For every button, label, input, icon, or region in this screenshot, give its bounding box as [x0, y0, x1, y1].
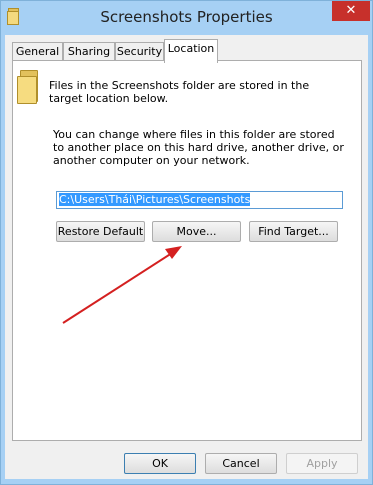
title-bar[interactable]: Screenshots Properties ✕ — [1, 1, 372, 35]
window-title: Screenshots Properties — [100, 8, 273, 26]
location-info-text: Files in the Screenshots folder are stor… — [49, 79, 310, 105]
ok-button[interactable]: OK — [124, 453, 196, 474]
close-icon[interactable]: ✕ — [332, 1, 370, 21]
move-button[interactable]: Move... — [152, 221, 241, 242]
restore-default-button[interactable]: Restore Default — [56, 221, 145, 242]
location-tab-panel — [12, 60, 362, 441]
location-description-text: You can change where files in this folde… — [53, 128, 344, 167]
find-target-button[interactable]: Find Target... — [249, 221, 338, 242]
tab-general[interactable]: General — [12, 42, 63, 61]
cancel-button[interactable]: Cancel — [205, 453, 277, 474]
folder-icon — [17, 70, 39, 104]
dialog-client-area: General Sharing Security Location Files … — [5, 35, 368, 479]
target-path-input[interactable]: C:\Users\Thái\Pictures\Screenshots — [56, 191, 343, 209]
properties-window: Screenshots Properties ✕ General Sharing… — [0, 0, 373, 485]
tab-sharing[interactable]: Sharing — [63, 42, 115, 61]
tab-security[interactable]: Security — [115, 42, 164, 61]
tab-location[interactable]: Location — [164, 39, 218, 63]
apply-button[interactable]: Apply — [286, 453, 358, 474]
target-path-value: C:\Users\Thái\Pictures\Screenshots — [59, 193, 251, 206]
